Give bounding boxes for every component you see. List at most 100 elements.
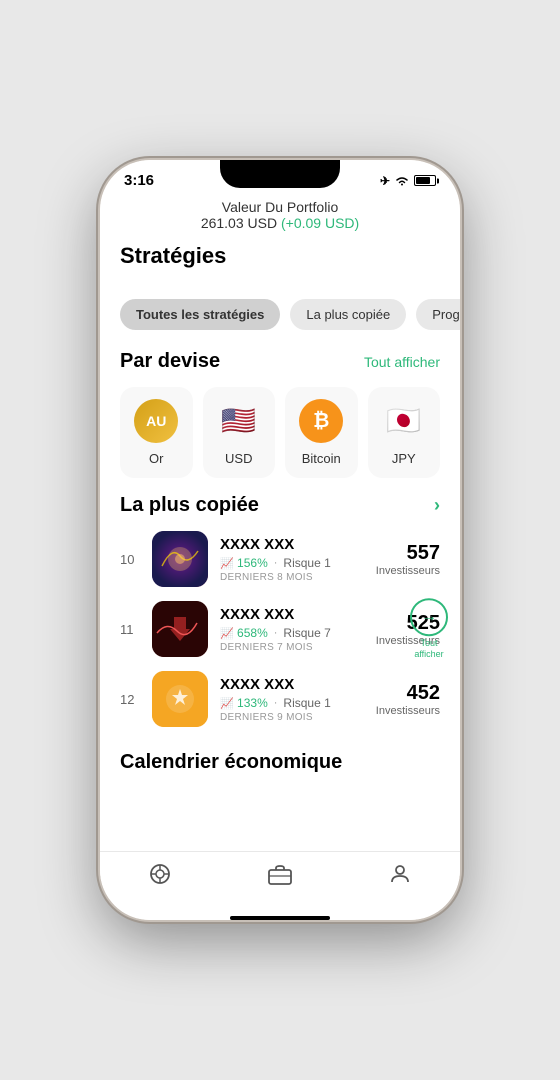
strategy-stats-12: 📈 133% · Risque 1 (220, 696, 364, 710)
copied-chevron[interactable]: › (434, 495, 440, 516)
devise-label-usd: USD (225, 451, 252, 466)
btc-symbol: ₿ (313, 410, 329, 433)
strategy-list: 10 (120, 531, 440, 727)
calendrier-section: Calendrier économique (100, 743, 460, 790)
portfolio-title: Valeur Du Portfolio (116, 199, 444, 215)
usd-flag: 🇺🇸 (221, 407, 256, 435)
strategy-name-11: XXXX XXX (220, 606, 364, 623)
portfolio-value: 261.03 USD (+0.09 USD) (116, 215, 444, 231)
profile-svg (388, 862, 412, 886)
strategy-percent-10: 📈 156% (220, 556, 268, 570)
portfolio-icon (268, 863, 292, 891)
copied-header: La plus copiée › (120, 494, 440, 517)
status-time: 3:16 (124, 172, 154, 189)
copied-section: La plus copiée › 10 (100, 494, 460, 743)
nav-item-profile[interactable] (388, 862, 412, 892)
stat-risk-11: Risque 7 (283, 626, 330, 640)
strategy-rank-12: 12 (120, 692, 140, 707)
strategy-item-10[interactable]: 10 (120, 531, 440, 587)
phone-frame: 3:16 ✈ Valeur Du Portfolio 261.03 USD (100, 160, 460, 920)
percent-icon-10: 📈 (220, 558, 234, 570)
devise-section: Par devise Tout afficher AU Or 🇺🇸 (100, 350, 460, 494)
strategy-info-10: XXXX XXX 📈 156% · Risque 1 (220, 536, 364, 583)
tout-afficher-circle[interactable]: → (410, 598, 448, 636)
investor-label-10: Investisseurs (376, 565, 440, 577)
strategy-stats-11: 📈 658% · Risque 7 (220, 626, 364, 640)
stat-dot-10: · (274, 557, 278, 569)
devise-tout-afficher[interactable]: Tout afficher (364, 354, 440, 370)
phone-screen: 3:16 ✈ Valeur Du Portfolio 261.03 USD (100, 160, 460, 920)
strategy-info-11: XXXX XXX 📈 658% · Risque 7 (220, 606, 364, 653)
strategy-rank-11: 11 (120, 622, 140, 637)
home-indicator (230, 916, 330, 920)
strategies-section: Stratégies (100, 243, 460, 299)
investor-label-12: Investisseurs (376, 705, 440, 717)
nav-item-portfolio[interactable] (268, 863, 292, 891)
strategy-thumb-12 (152, 671, 208, 727)
thumb-svg-11 (152, 601, 208, 657)
calendrier-title: Calendrier économique (120, 751, 440, 774)
filter-tab-progress[interactable]: Progressi (416, 299, 460, 330)
devise-header: Par devise Tout afficher (120, 350, 440, 373)
filter-tab-copied[interactable]: La plus copiée (290, 299, 406, 330)
strategy-percent-11: 📈 658% (220, 626, 268, 640)
stat-dot-11: · (274, 627, 278, 639)
thumb-svg-10 (152, 531, 208, 587)
devise-icon-or: AU (134, 399, 178, 443)
stat-risk-10: Risque 1 (283, 556, 330, 570)
devise-card-or[interactable]: AU Or (120, 387, 193, 478)
portfolio-svg (268, 863, 292, 885)
feed-svg (148, 862, 172, 886)
strategy-investors-10: 557 Investisseurs (376, 542, 440, 577)
portfolio-amount: 261.03 USD (201, 215, 277, 231)
strategy-item-11[interactable]: 11 XXXX XXX 📈 (120, 601, 440, 657)
tout-afficher-float-text: Toutafficher (414, 638, 443, 660)
filter-tabs: Toutes les stratégies La plus copiée Pro… (100, 299, 460, 350)
bottom-nav (100, 851, 460, 912)
or-symbol: AU (146, 413, 166, 429)
feed-icon (148, 862, 172, 892)
strategy-thumb-11 (152, 601, 208, 657)
scroll-content[interactable]: Valeur Du Portfolio 261.03 USD (+0.09 US… (100, 193, 460, 851)
strategies-title: Stratégies (120, 243, 440, 269)
tout-afficher-floating[interactable]: → Toutafficher (410, 598, 448, 660)
devise-card-jpy[interactable]: 🇯🇵 JPY (368, 387, 441, 478)
notch (220, 160, 340, 188)
jpy-flag: 🇯🇵 (386, 407, 421, 435)
nav-item-feed[interactable] (148, 862, 172, 892)
airplane-icon: ✈ (380, 174, 390, 188)
strategy-percent-12: 📈 133% (220, 696, 268, 710)
stat-dot-12: · (274, 697, 278, 709)
strategy-rank-10: 10 (120, 552, 140, 567)
filter-tab-all[interactable]: Toutes les stratégies (120, 299, 280, 330)
wifi-icon (395, 176, 409, 186)
strategy-period-11: DERNIERS 7 MOIS (220, 642, 364, 653)
devise-card-btc[interactable]: ₿ Bitcoin (285, 387, 358, 478)
investor-count-10: 557 (376, 542, 440, 565)
devise-card-usd[interactable]: 🇺🇸 USD (203, 387, 276, 478)
portfolio-change: (+0.09 USD) (281, 215, 359, 231)
thumb-decoration-10 (152, 531, 208, 587)
strategy-investors-12: 452 Investisseurs (376, 682, 440, 717)
status-icons: ✈ (380, 174, 436, 188)
thumb-svg-12 (152, 671, 208, 727)
devise-label-jpy: JPY (392, 451, 416, 466)
devise-label-or: Or (149, 451, 163, 466)
strategy-thumb-10 (152, 531, 208, 587)
strategy-name-12: XXXX XXX (220, 676, 364, 693)
percent-icon-11: 📈 (220, 628, 234, 640)
devise-title: Par devise (120, 350, 220, 373)
devise-icon-jpy: 🇯🇵 (382, 399, 426, 443)
copied-title: La plus copiée (120, 494, 259, 517)
strategy-name-10: XXXX XXX (220, 536, 364, 553)
devise-grid: AU Or 🇺🇸 USD ₿ (120, 387, 440, 478)
percent-icon-12: 📈 (220, 698, 234, 710)
investor-count-12: 452 (376, 682, 440, 705)
stat-risk-12: Risque 1 (283, 696, 330, 710)
portfolio-header: Valeur Du Portfolio 261.03 USD (+0.09 US… (100, 193, 460, 243)
strategy-item-12[interactable]: 12 XXXX XXX 📈 (120, 671, 440, 727)
devise-icon-usd: 🇺🇸 (217, 399, 261, 443)
strategy-stats-10: 📈 156% · Risque 1 (220, 556, 364, 570)
profile-icon (388, 862, 412, 892)
strategy-info-12: XXXX XXX 📈 133% · Risque 1 (220, 676, 364, 723)
